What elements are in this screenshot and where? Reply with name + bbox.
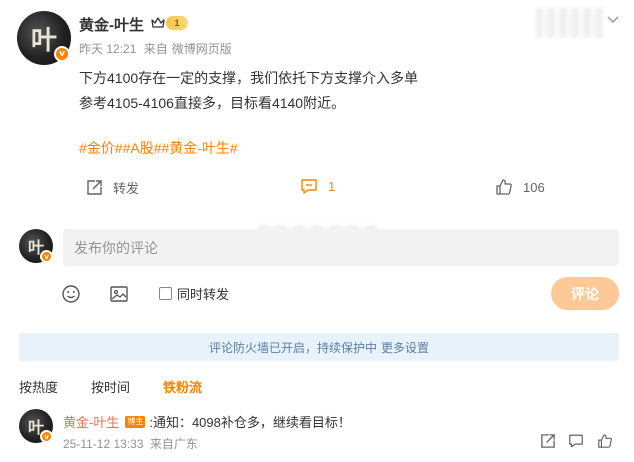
comment-text: :通知：4098补仓多，继续看目标！: [149, 415, 351, 430]
checkbox-box[interactable]: [159, 287, 172, 300]
tab-sort-time[interactable]: 按时间: [91, 377, 130, 396]
repost-checkbox-label: 同时转发: [177, 287, 230, 302]
comment-repost-icon[interactable]: [540, 433, 556, 449]
level-badge[interactable]: 1: [166, 16, 188, 30]
repost-checkbox[interactable]: 同时转发: [159, 284, 229, 303]
comment-like-icon[interactable]: [597, 433, 613, 449]
tab-sort-hot[interactable]: 按热度: [19, 377, 58, 396]
blurred-header-decoration: [536, 8, 604, 38]
comment-button[interactable]: 1: [300, 178, 335, 195]
post-source: 微博网页版: [171, 42, 232, 56]
thumbs-up-icon: [496, 179, 512, 195]
comment-line: 黄金-叶生 博主 :通知：4098补仓多，继续看目标！: [63, 412, 351, 431]
image-icon[interactable]: [109, 284, 129, 304]
post-meta: 昨天 12:21 来自 微博网页版: [79, 40, 236, 57]
verified-badge-icon: v: [40, 250, 53, 263]
commenter-name[interactable]: 黄金-叶生: [63, 412, 119, 431]
source-prefix: 来自: [143, 42, 168, 56]
like-count: 106: [523, 179, 545, 195]
comment-icon: [301, 179, 317, 194]
post-line-2: 参考4105-4106直接多，目标看4140附近。: [79, 95, 346, 111]
verified-badge-icon: v: [54, 46, 70, 62]
comment-meta: 25-11-12 13:33 来自广东: [63, 435, 201, 452]
tab-sort-fans[interactable]: 铁粉流: [163, 377, 202, 396]
author-name[interactable]: 黄金-叶生: [79, 14, 144, 35]
submit-comment-button[interactable]: 评论: [551, 277, 619, 310]
comment-count: 1: [328, 179, 336, 194]
comment-location: 来自广东: [149, 437, 198, 451]
repost-label: 转发: [113, 181, 140, 196]
post-hashtags[interactable]: #金价##A股##黄金-叶生#: [79, 138, 238, 158]
blogger-badge: 博主: [125, 415, 146, 428]
comment-reply-icon[interactable]: [568, 433, 584, 449]
emoji-icon[interactable]: [61, 284, 81, 304]
firewall-settings-link[interactable]: 更多设置: [381, 339, 429, 356]
post-time[interactable]: 昨天 12:21: [79, 42, 136, 56]
repost-icon: [87, 180, 102, 195]
comment-input[interactable]: [63, 229, 619, 266]
repost-button[interactable]: 转发: [86, 178, 139, 197]
post-line-1: 下方4100存在一定的支撑，我们依托下方支撑介入多单: [79, 70, 419, 86]
level-badge-text: 1: [174, 18, 180, 28]
chevron-down-icon[interactable]: [606, 12, 620, 26]
crown-icon: [151, 17, 165, 28]
comment-time: 25-11-12 13:33: [63, 437, 144, 451]
like-button[interactable]: 106: [495, 178, 545, 196]
firewall-text: 评论防火墙已开启，持续保护中: [208, 340, 377, 355]
verified-badge-icon: v: [40, 430, 53, 443]
post-text: 下方4100存在一定的支撑，我们依托下方支撑介入多单 参考4105-4106直接…: [79, 66, 599, 116]
comment-firewall-notice: 评论防火墙已开启，持续保护中 更多设置: [19, 333, 619, 361]
